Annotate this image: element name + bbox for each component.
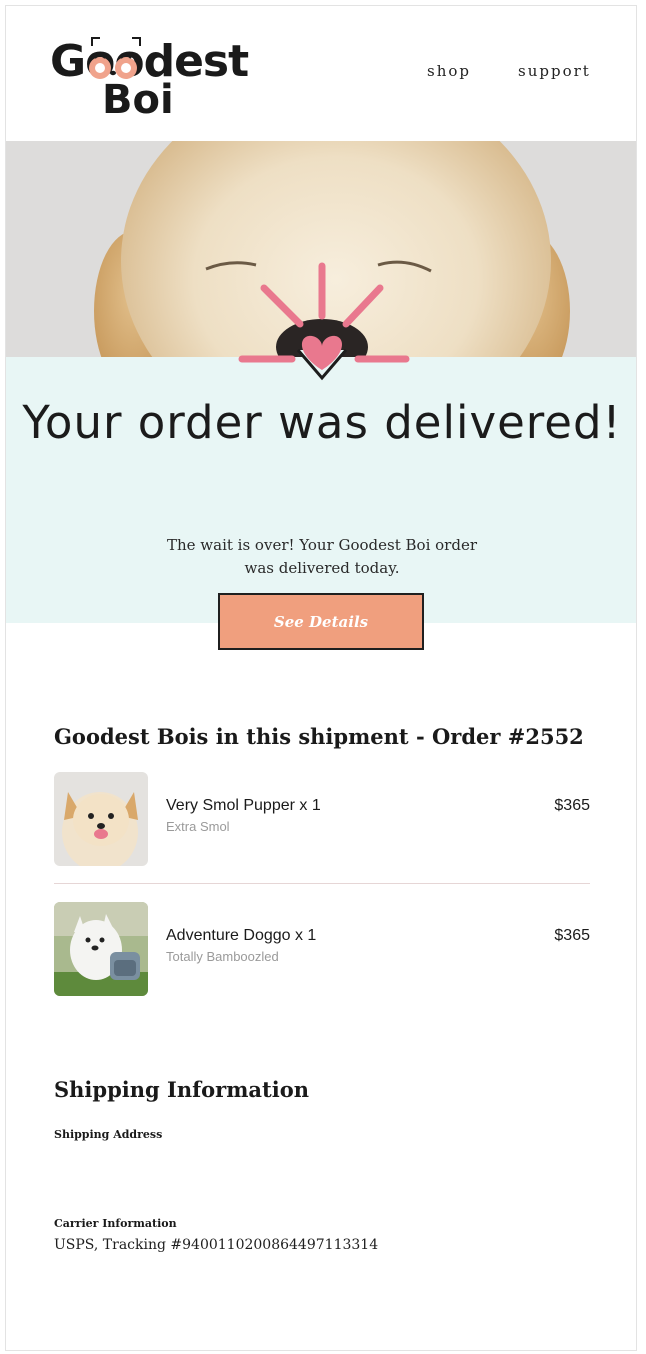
- email-frame: Goodest Boi shop support Your order was …: [5, 5, 637, 1351]
- see-details-button[interactable]: See Details: [218, 593, 424, 650]
- item-name: Very Smol Pupper x 1: [166, 797, 321, 814]
- order-item[interactable]: Adventure Doggo x 1 Totally Bamboozled $…: [54, 902, 590, 998]
- item-variant: Extra Smol: [166, 819, 230, 834]
- product-thumbnail[interactable]: [54, 902, 148, 996]
- product-thumbnail[interactable]: [54, 772, 148, 866]
- pomeranian-image: [54, 772, 148, 866]
- logo-text-bottom: Boi: [102, 77, 174, 123]
- email-header: Goodest Boi shop support: [6, 6, 636, 141]
- order-heading: Goodest Bois in this shipment - Order #2…: [54, 724, 584, 749]
- item-price: $365: [554, 797, 590, 814]
- heart-burst-icon: [238, 262, 410, 381]
- shipping-heading: Shipping Information: [54, 1077, 309, 1102]
- item-price: $365: [554, 927, 590, 944]
- goodest-boi-logo[interactable]: Goodest Boi: [50, 32, 249, 124]
- order-item[interactable]: Very Smol Pupper x 1 Extra Smol $365: [54, 772, 590, 868]
- shipping-address-label: Shipping Address: [54, 1128, 163, 1141]
- nav-support-link[interactable]: support: [518, 62, 591, 80]
- carrier-info-label: Carrier Information: [54, 1217, 177, 1230]
- item-divider: [54, 883, 590, 884]
- tracking-info[interactable]: USPS, Tracking #9400110200864497113314: [54, 1237, 378, 1253]
- item-variant: Totally Bamboozled: [166, 949, 279, 964]
- page-title: Your order was delivered!: [22, 396, 622, 449]
- samoyed-image: [54, 902, 148, 996]
- item-name: Adventure Doggo x 1: [166, 927, 317, 944]
- nav-shop-link[interactable]: shop: [427, 62, 471, 80]
- delivery-message: The wait is over! Your Goodest Boi order…: [166, 536, 477, 577]
